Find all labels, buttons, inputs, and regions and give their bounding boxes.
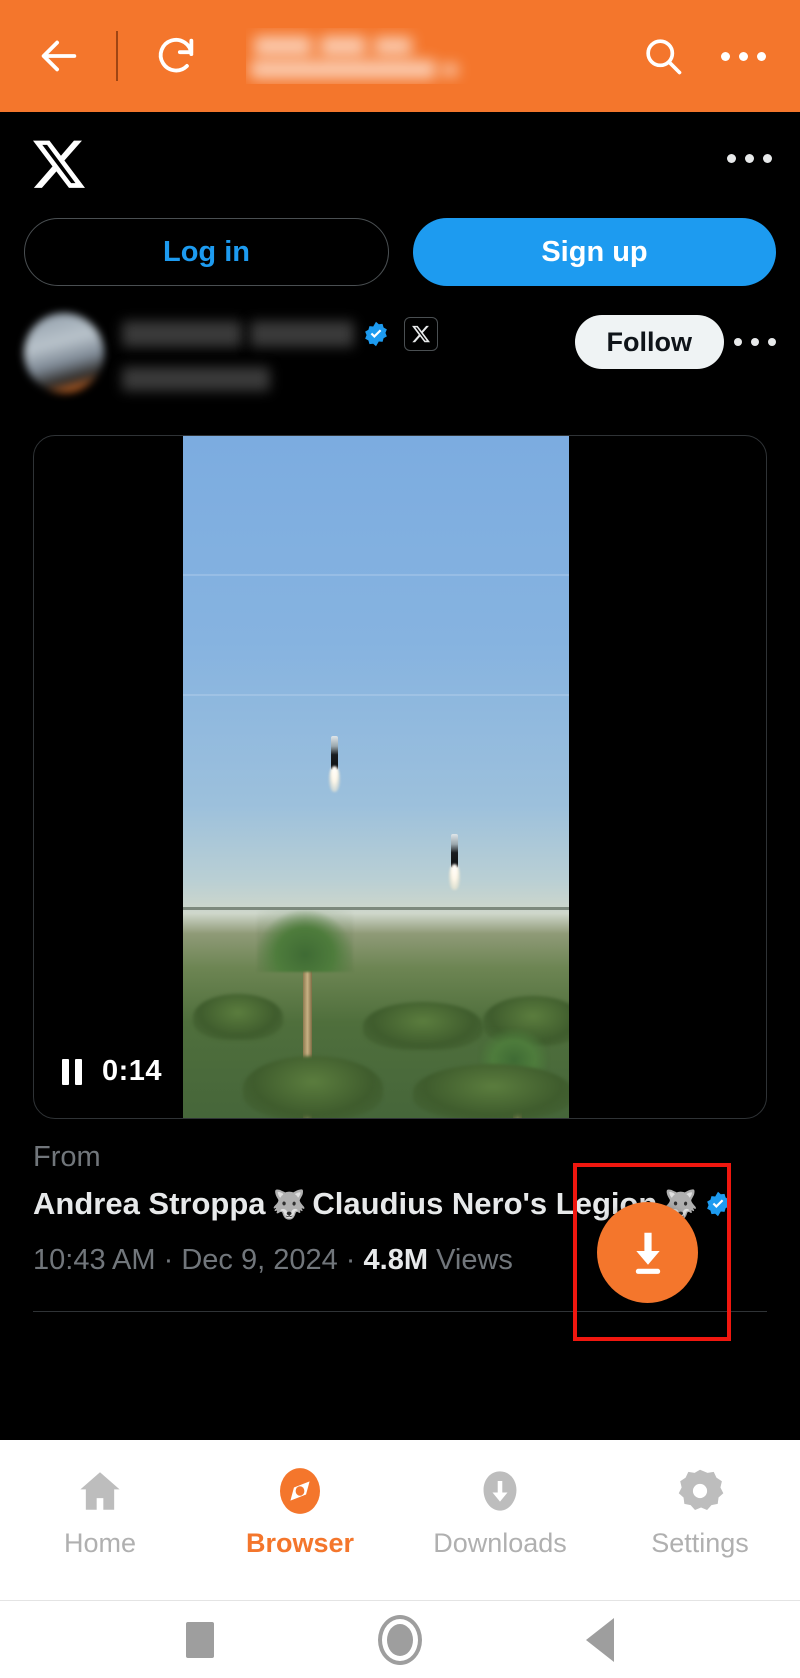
- login-button[interactable]: Log in: [24, 218, 389, 286]
- bottom-nav: Home Browser Downloads Settings: [0, 1440, 800, 1600]
- rocket-booster: [451, 834, 458, 868]
- nav-label-home: Home: [63, 1528, 137, 1558]
- download-cloud-icon: [475, 1462, 525, 1520]
- tweet-date: Dec 9, 2024: [181, 1244, 338, 1276]
- vegetation: [363, 1002, 483, 1050]
- nav-label-browser: Browser: [245, 1528, 355, 1558]
- nav-label-settings: Settings: [651, 1528, 749, 1558]
- url-blur-block: [442, 64, 458, 76]
- tweet-time: 10:43 AM: [33, 1244, 156, 1276]
- video-controls: 0:14: [62, 1055, 162, 1088]
- nav-item-browser[interactable]: Browser: [200, 1440, 400, 1559]
- browser-top-bar: [0, 0, 800, 112]
- follow-area: Follow: [574, 311, 776, 369]
- video-frame: [183, 436, 569, 1118]
- avatar[interactable]: [24, 313, 104, 393]
- from-label: From: [33, 1141, 101, 1173]
- video-player[interactable]: 0:14: [33, 435, 767, 1119]
- url-blur-block: [250, 60, 436, 79]
- x-logo-icon[interactable]: [33, 137, 85, 191]
- overflow-menu-icon[interactable]: [712, 25, 774, 87]
- x-page-overflow-icon[interactable]: [727, 154, 772, 163]
- profile-row: Follow: [0, 286, 800, 393]
- home-icon: [75, 1462, 125, 1520]
- vegetation: [243, 1056, 383, 1118]
- screen-root: Log in Sign up Follow 0:14 From Andrea S…: [0, 0, 800, 1678]
- circle-home-icon[interactable]: [378, 1614, 422, 1665]
- rocket-plume: [449, 864, 460, 890]
- signup-button[interactable]: Sign up: [413, 218, 776, 286]
- auth-buttons-row: Log in Sign up: [0, 218, 800, 286]
- verified-badge-icon: [362, 320, 390, 348]
- video-timestamp: 0:14: [102, 1055, 163, 1087]
- profile-overflow-icon[interactable]: [734, 338, 776, 346]
- reload-icon[interactable]: [146, 26, 206, 86]
- follow-button[interactable]: Follow: [574, 315, 724, 369]
- back-arrow-icon[interactable]: [28, 25, 90, 87]
- url-bar[interactable]: [246, 28, 618, 84]
- url-blur-block: [320, 36, 366, 56]
- meta-separator: ·: [163, 1244, 174, 1276]
- nav-item-settings[interactable]: Settings: [600, 1440, 800, 1559]
- display-name-line: [122, 317, 438, 351]
- square-recents-icon[interactable]: [186, 1621, 214, 1658]
- section-divider: [33, 1311, 767, 1312]
- search-icon[interactable]: [632, 25, 694, 87]
- author-name-part2: Claudius Nero's Legion: [312, 1186, 658, 1221]
- display-name-blurred: [250, 321, 354, 347]
- nav-item-downloads[interactable]: Downloads: [400, 1440, 600, 1559]
- x-page-header: [0, 112, 800, 218]
- gear-icon: [675, 1462, 725, 1520]
- views-label: Views: [436, 1244, 513, 1276]
- horizon-line: [183, 906, 569, 910]
- triangle-back-icon[interactable]: [586, 1617, 614, 1662]
- url-blur-block: [374, 37, 412, 55]
- rocket-plume: [329, 766, 340, 792]
- android-system-nav: [0, 1600, 800, 1678]
- views-count: 4.8M: [363, 1244, 428, 1276]
- verified-badge-icon: [704, 1190, 732, 1218]
- pause-icon[interactable]: [62, 1058, 82, 1085]
- nav-label-downloads: Downloads: [433, 1528, 567, 1558]
- rocket-booster: [331, 736, 338, 770]
- url-blur-block: [254, 36, 312, 56]
- wolf-emoji-icon: 🐺: [271, 1188, 307, 1220]
- nav-item-home[interactable]: Home: [0, 1440, 200, 1559]
- compass-icon: [275, 1462, 325, 1520]
- toolbar-divider: [116, 31, 118, 81]
- download-fab-button[interactable]: [597, 1202, 698, 1303]
- profile-name-block: [122, 311, 438, 391]
- display-name-blurred: [122, 321, 242, 347]
- palm-tree: [257, 910, 353, 972]
- handle-blurred: [122, 367, 270, 391]
- x-badge-icon: [404, 317, 438, 351]
- author-name-part1: Andrea Stroppa: [33, 1186, 266, 1221]
- vegetation: [193, 994, 283, 1040]
- meta-separator: ·: [345, 1244, 356, 1276]
- vegetation: [413, 1064, 569, 1118]
